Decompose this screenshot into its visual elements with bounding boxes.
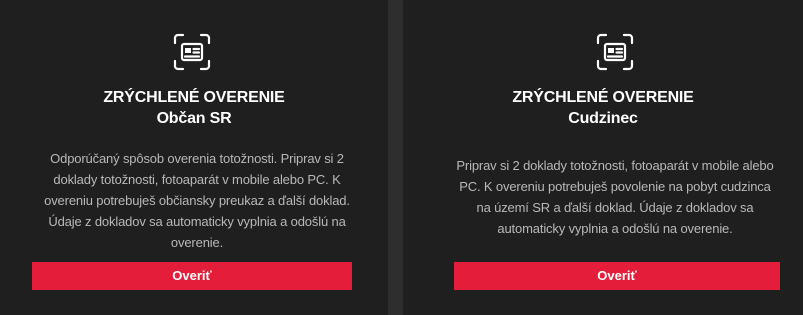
- id-card-scan-icon: [596, 33, 634, 71]
- card-title: ZRÝCHLENÉ OVERENIE: [103, 89, 285, 106]
- card-citizen-sr: ZRÝCHLENÉ OVERENIE Občan SR Odporúčaný s…: [0, 0, 388, 315]
- card-description: Odporúčaný spôsob overenia totožnosti. P…: [44, 151, 350, 250]
- card-subtitle: Cudzinec: [568, 110, 638, 127]
- card-title: ZRÝCHLENÉ OVERENIE: [512, 89, 694, 106]
- card-subtitle: Občan SR: [156, 110, 232, 127]
- verify-button[interactable]: Overiť: [454, 262, 780, 290]
- verify-button[interactable]: Overiť: [32, 262, 352, 290]
- card-description: Priprav si 2 doklady totožnosti, fotoapa…: [456, 158, 774, 236]
- card-foreigner: ZRÝCHLENÉ OVERENIE Cudzinec Priprav si 2…: [403, 0, 803, 315]
- id-card-scan-icon: [173, 33, 211, 71]
- verification-options: ZRÝCHLENÉ OVERENIE Občan SR Odporúčaný s…: [0, 0, 803, 315]
